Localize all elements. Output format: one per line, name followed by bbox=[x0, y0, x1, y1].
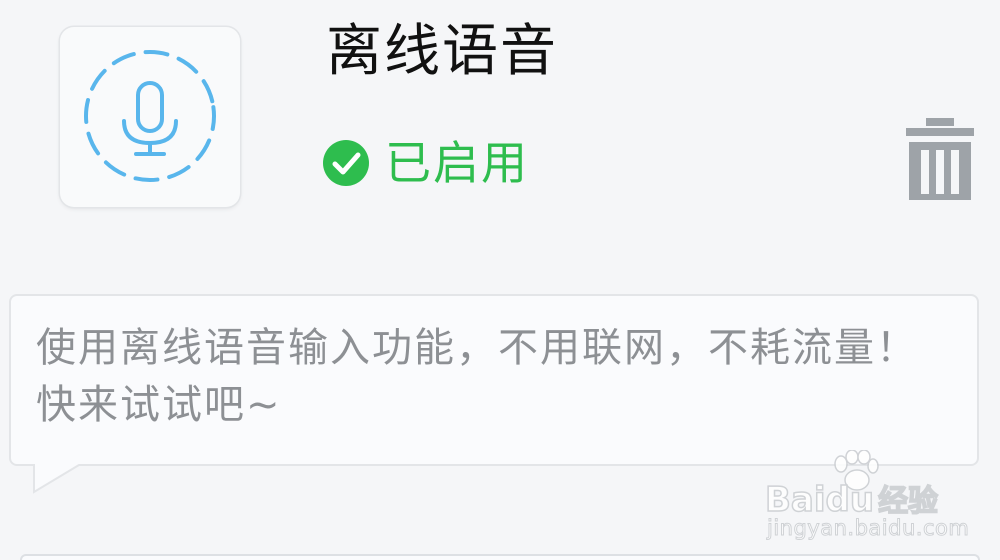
status-indicator: 已启用 bbox=[323, 135, 529, 191]
delete-button[interactable] bbox=[903, 116, 977, 204]
plugin-description: 使用离线语音输入功能，不用联网，不耗流量！快来试试吧~ bbox=[36, 325, 918, 428]
microphone-icon bbox=[84, 50, 216, 182]
next-card-edge bbox=[20, 554, 980, 560]
watermark-brand: Baidu 经验 bbox=[764, 476, 939, 521]
bubble-tail bbox=[33, 464, 83, 494]
offline-voice-app-icon bbox=[60, 27, 240, 207]
watermark-brand-cn: 经验 bbox=[877, 483, 939, 520]
description-bubble: 使用离线语音输入功能，不用联网，不耗流量！快来试试吧~ bbox=[9, 294, 979, 466]
plugin-title: 离线语音 bbox=[326, 19, 558, 84]
status-label: 已启用 bbox=[385, 136, 529, 190]
check-circle-icon bbox=[323, 140, 369, 186]
baidu-jingyan-watermark: Baidu 经验 jingyan.baidu.com bbox=[764, 450, 969, 545]
watermark-url: jingyan.baidu.com bbox=[766, 516, 970, 541]
watermark-brand-latin: Baidu bbox=[764, 479, 875, 521]
trash-icon bbox=[906, 118, 974, 200]
